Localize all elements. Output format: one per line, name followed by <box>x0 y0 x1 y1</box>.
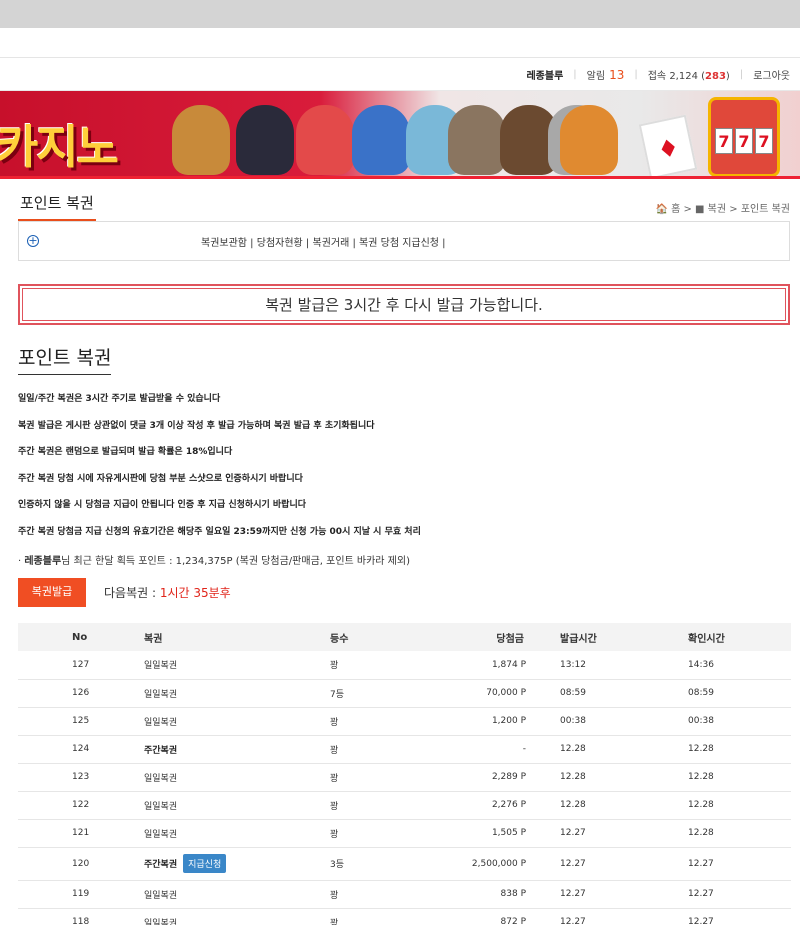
table-row: 120 주간복권 지급신청 3등 2,500,000 P 12.27 12.27 <box>18 847 791 881</box>
col-no: No <box>72 631 88 643</box>
submenu-lottery-trade[interactable]: 복권거래 | <box>313 238 356 249</box>
table-row: 119 일일복권 꽝 838 P 12.27 12.27 <box>18 880 791 909</box>
issue-lottery-button[interactable]: 복권발급 <box>18 577 86 607</box>
table-row: 121 일일복권 꽝 1,505 P 12.27 12.28 <box>18 819 791 848</box>
table-row: 127 일일복권 꽝 1,874 P 13:12 14:36 <box>18 651 791 680</box>
alarm-count: 13 <box>609 67 625 82</box>
col-rank: 등수 <box>330 633 349 645</box>
alarm-link[interactable]: 알림 13 <box>587 67 625 82</box>
browser-top-bar <box>0 0 800 28</box>
top-nav-strip <box>0 28 800 58</box>
bird-mascot-image <box>296 105 354 175</box>
table-row: 125 일일복권 꽝 1,200 P 00:38 00:38 <box>18 707 791 736</box>
claim-prize-button[interactable]: 지급신청 <box>183 854 227 873</box>
col-checked: 확인시간 <box>688 633 725 645</box>
table-row: 118 일일복권 꽝 872 P 12.27 12.27 <box>18 908 791 925</box>
tiger-mascot-image <box>560 105 618 175</box>
casino-banner[interactable]: 카지노 ♦ 7 7 7 <box>0 91 800 179</box>
col-prize: 당첨금 <box>496 633 524 645</box>
rule-item: 주간 복권은 랜덤으로 발급되며 발급 확률은 18%입니다 <box>18 447 233 457</box>
username[interactable]: 레종블루 <box>526 67 563 82</box>
expand-plus-icon[interactable]: + <box>27 235 39 247</box>
col-issued: 발급시간 <box>560 633 597 645</box>
rule-item: 주간 복권 당첨 시에 자유게시판에 당첨 부분 스샷으로 인증하시기 바랍니다 <box>18 473 303 484</box>
submenu-winners[interactable]: 당첨자현황 | <box>257 238 310 249</box>
rule-item: 복권 발급은 게시판 상관없이 댓글 3개 이상 작성 후 발급 가능하며 복권… <box>18 420 375 431</box>
breadcrumb[interactable]: 🏠 홈 > ■ 복권 > 포인트 복권 <box>655 200 790 221</box>
submenu-prize-claim[interactable]: 복권 당첨 지급신청 | <box>359 238 446 249</box>
lottery-table: No 복권 등수 당첨금 발급시간 확인시간 127 일일복권 꽝 1,874 … <box>18 623 791 925</box>
penguin-king-mascot-image <box>352 105 410 175</box>
next-lottery-timer: 다음복권 : 1시간 35분후 <box>104 585 231 600</box>
rule-item: 일일/주간 복권은 3시간 주기로 발급받을 수 있습니다 <box>18 394 221 404</box>
cat-mascot-image <box>448 105 506 175</box>
monthly-points: · 레종블루님 최근 한달 획득 포인트 : 1,234,375P (복권 당첨… <box>18 556 410 567</box>
sub-menu-box: + 복권보관함 | 당첨자현황 | 복권거래 | 복권 당첨 지급신청 | <box>18 221 790 261</box>
issue-row: 복권발급 다음복권 : 1시간 35분후 <box>18 577 800 607</box>
sub-menu-links: 복권보관함 | 당첨자현황 | 복권거래 | 복권 당첨 지급신청 | <box>201 234 446 249</box>
rule-item: 주간 복권 당첨금 지급 신청의 유효기간은 해당주 일요일 23:59까지만 … <box>18 526 421 537</box>
user-bar: 레종블루 | 알림 13 | 접속 2,124 (283) | 로그아웃 <box>0 58 800 91</box>
lion-mascot-image <box>172 105 230 175</box>
section-title: 포인트 복권 <box>18 343 112 375</box>
playing-card-image: ♦ <box>638 114 698 176</box>
table-row: 124 주간복권 꽝 - 12.28 12.28 <box>18 735 791 764</box>
table-header-row: No 복권 등수 당첨금 발급시간 확인시간 <box>18 623 791 651</box>
submenu-lottery-storage[interactable]: 복권보관함 | <box>201 238 254 249</box>
table-row: 123 일일복권 꽝 2,289 P 12.28 12.28 <box>18 763 791 792</box>
table-row: 122 일일복권 꽝 2,276 P 12.28 12.28 <box>18 791 791 820</box>
table-row: 126 일일복권 7등 70,000 P 08:59 08:59 <box>18 679 791 708</box>
slot-machine-image: 7 7 7 <box>708 97 780 176</box>
notice-box: 복권 발급은 3시간 후 다시 발급 가능합니다. <box>18 284 790 325</box>
rule-item: 인증하지 않을 시 당첨금 지급이 안됩니다 인증 후 지급 신청하시기 바랍니… <box>18 500 307 510</box>
banner-logo: 카지노 <box>0 120 119 174</box>
access-count: 접속 2,124 (283) <box>647 70 730 82</box>
page-header: 포인트 복권 🏠 홈 > ■ 복권 > 포인트 복권 <box>18 191 790 221</box>
rules-list: 일일/주간 복권은 3시간 주기로 발급받을 수 있습니다 복권 발급은 게시판… <box>18 393 800 552</box>
penguin-mascot-image <box>236 105 294 175</box>
logout-link[interactable]: 로그아웃 <box>753 67 790 82</box>
col-lottery: 복권 <box>144 633 163 645</box>
page-title: 포인트 복권 <box>18 192 96 221</box>
